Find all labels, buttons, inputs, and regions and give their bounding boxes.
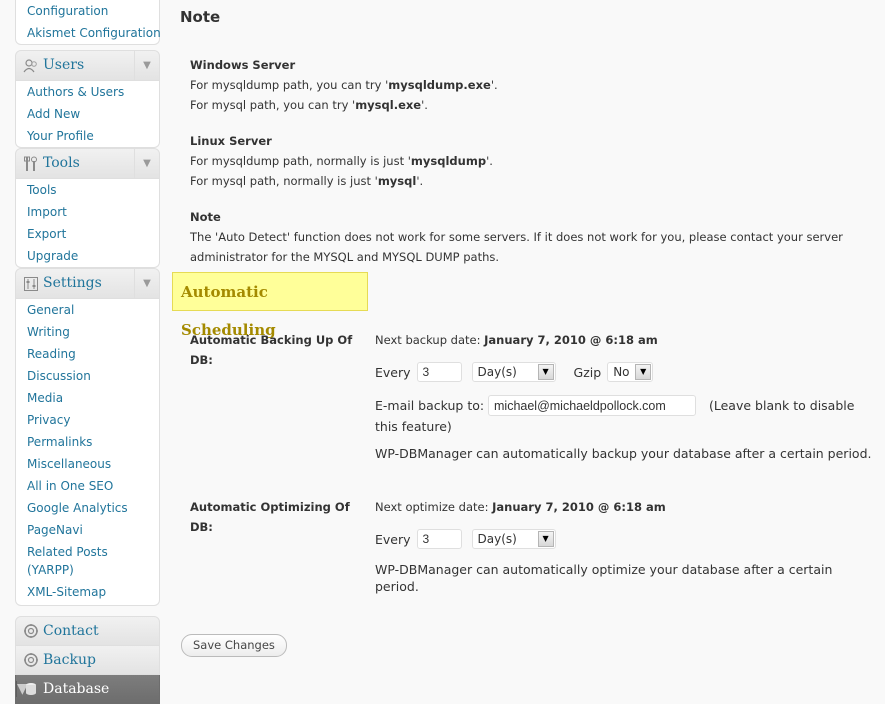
chevron-down-icon: ▼: [635, 364, 652, 380]
sidebar-item-upgrade[interactable]: Upgrade: [16, 245, 159, 267]
optimize-interval-input[interactable]: [416, 529, 462, 549]
sidebar-item-configuration[interactable]: Configuration: [16, 0, 159, 22]
auto-detect-note: Note The 'Auto Detect' function does not…: [190, 207, 843, 267]
sidebar-item-permalinks[interactable]: Permalinks: [16, 431, 159, 453]
windows-server-note: Windows Server For mysqldump path, you c…: [190, 55, 498, 115]
optimize-interval-unit-select[interactable]: Day(s) ▼: [471, 529, 556, 549]
auto-detect-line1: The 'Auto Detect' function does not work…: [190, 230, 843, 244]
email-backup-group: E-mail backup to: (Leave blank to disabl…: [375, 395, 880, 435]
chevron-down-icon: ▼: [537, 364, 554, 380]
menu-contact-label: Contact: [43, 623, 99, 639]
users-collapse-arrow[interactable]: ▼: [134, 51, 159, 80]
email-backup-hint: (Leave blank to disable: [709, 398, 855, 413]
auto-detect-heading: Note: [190, 210, 221, 224]
automatic-scheduling-heading: Automatic Scheduling: [172, 272, 368, 339]
sidebar-item-all-in-one-seo[interactable]: All in One SEO: [16, 475, 159, 497]
chevron-down-icon: ▼: [537, 531, 554, 547]
settings-icon: [24, 277, 38, 291]
auto-detect-line2: administrator for the MYSQL and MYSQL DU…: [190, 250, 500, 264]
backup-schedule-controls: Every Day(s) ▼ Gzip No ▼: [375, 360, 880, 384]
windows-server-heading: Windows Server: [190, 58, 296, 72]
sidebar-item-authors-users[interactable]: Authors & Users: [16, 81, 159, 103]
admin-sidebar: Configuration Akismet Configuration User…: [15, 0, 161, 704]
menu-backup[interactable]: Backup: [15, 646, 160, 675]
users-submenu: Authors & Users Add New Your Profile: [15, 81, 160, 148]
sidebar-item-media[interactable]: Media: [16, 387, 159, 409]
sidebar-item-related-posts[interactable]: Related Posts (YARPP): [16, 541, 147, 581]
sidebar-item-tools[interactable]: Tools: [16, 179, 159, 201]
linux-mysqldump-line: For mysqldump path, normally is just 'my…: [190, 154, 493, 168]
linux-server-note: Linux Server For mysqldump path, normall…: [190, 131, 493, 191]
sidebar-item-discussion[interactable]: Discussion: [16, 365, 159, 387]
email-backup-hint-cont: this feature): [375, 419, 452, 434]
sidebar-item-writing[interactable]: Writing: [16, 321, 159, 343]
backup-every-label: Every: [375, 364, 411, 380]
tools-collapse-arrow[interactable]: ▼: [134, 149, 159, 178]
sidebar-item-xml-sitemap[interactable]: XML-Sitemap: [16, 581, 159, 603]
sidebar-item-reading[interactable]: Reading: [16, 343, 159, 365]
sidebar-item-miscellaneous[interactable]: Miscellaneous: [16, 453, 159, 475]
backup-interval-input[interactable]: [416, 362, 462, 382]
main-content: Note Windows Server For mysqldump path, …: [172, 0, 882, 673]
sidebar-item-google-analytics[interactable]: Google Analytics: [16, 497, 159, 519]
menu-users-label: Users: [43, 57, 85, 73]
settings-submenu: General Writing Reading Discussion Media…: [15, 299, 160, 606]
sidebar-item-pagenavi[interactable]: PageNavi: [16, 519, 159, 541]
email-backup-input[interactable]: [488, 395, 696, 416]
gzip-select[interactable]: No ▼: [607, 362, 654, 382]
tools-submenu: Tools Import Export Upgrade: [15, 179, 160, 268]
menu-database[interactable]: Database ▼: [15, 675, 160, 704]
next-backup-date: Next backup date: January 7, 2010 @ 6:18…: [375, 333, 658, 347]
backup-icon: [24, 653, 38, 667]
settings-collapse-arrow[interactable]: ▼: [134, 269, 159, 298]
menu-backup-label: Backup: [43, 652, 96, 668]
menu-settings-label: Settings: [43, 275, 102, 291]
save-changes-button[interactable]: Save Changes: [181, 634, 287, 657]
backup-description: WP-DBManager can automatically backup yo…: [375, 446, 872, 461]
linux-mysql-line: For mysql path, normally is just 'mysql'…: [190, 174, 424, 188]
sidebar-item-your-profile[interactable]: Your Profile: [16, 125, 159, 147]
optimize-schedule-controls: Every Day(s) ▼: [375, 527, 880, 551]
users-icon: [23, 59, 37, 73]
menu-settings[interactable]: Settings ▼: [15, 268, 160, 299]
windows-mysql-line: For mysql path, you can try 'mysql.exe'.: [190, 98, 428, 112]
optimize-every-label: Every: [375, 531, 411, 547]
sidebar-item-privacy[interactable]: Privacy: [16, 409, 159, 431]
menu-contact[interactable]: Contact: [15, 616, 160, 646]
sidebar-item-export[interactable]: Export: [16, 223, 159, 245]
backup-fields: Next backup date: January 7, 2010 @ 6:18…: [375, 330, 880, 462]
linux-server-heading: Linux Server: [190, 134, 272, 148]
optimize-fields: Next optimize date: January 7, 2010 @ 6:…: [375, 497, 880, 595]
menu-database-label: Database: [43, 681, 110, 697]
sidebar-item-add-new[interactable]: Add New: [16, 103, 159, 125]
next-optimize-date: Next optimize date: January 7, 2010 @ 6:…: [375, 500, 666, 514]
database-icon: [26, 683, 36, 695]
tools-icon: [24, 156, 37, 171]
menu-users[interactable]: Users ▼: [15, 50, 160, 81]
optimize-row-label: Automatic Optimizing Of DB:: [190, 500, 350, 534]
menu-tools[interactable]: Tools ▼: [15, 148, 160, 179]
contact-icon: [24, 624, 38, 638]
optimize-description: WP-DBManager can automatically optimize …: [375, 562, 833, 594]
backup-interval-unit-select[interactable]: Day(s) ▼: [471, 362, 556, 382]
sidebar-item-general[interactable]: General: [16, 299, 159, 321]
sidebar-item-import[interactable]: Import: [16, 201, 159, 223]
plugins-submenu: Configuration Akismet Configuration: [15, 0, 161, 45]
gzip-label: Gzip: [573, 364, 602, 380]
sidebar-item-akismet-configuration[interactable]: Akismet Configuration: [16, 22, 161, 44]
windows-mysqldump-line: For mysqldump path, you can try 'mysqldu…: [190, 78, 498, 92]
backup-row-label: Automatic Backing Up Of DB:: [190, 333, 353, 367]
menu-tools-label: Tools: [43, 155, 80, 171]
note-title: Note: [180, 8, 221, 26]
email-backup-label: E-mail backup to:: [375, 398, 485, 413]
